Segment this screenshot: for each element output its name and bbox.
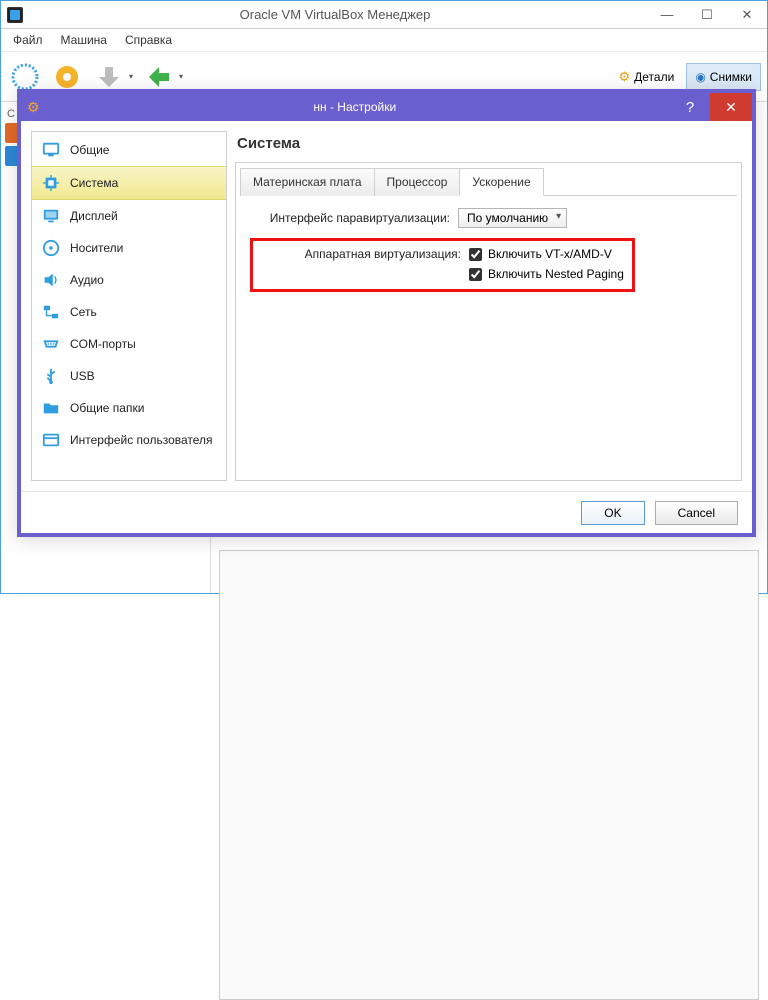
main-menubar: Файл Машина Справка	[1, 29, 767, 52]
sidebar-item-label: Носители	[70, 241, 123, 255]
gear-icon: ⚙	[27, 99, 40, 116]
vtx-label: Включить VT-x/AMD-V	[488, 247, 612, 261]
sidebar-item-usb[interactable]: USB	[32, 360, 226, 392]
content-inner: Материнская плата Процессор Ускорение Ин…	[235, 162, 742, 481]
paravirt-value: По умолчанию	[467, 211, 548, 225]
menu-help[interactable]: Справка	[117, 30, 180, 50]
system-tabs: Материнская плата Процессор Ускорение	[240, 167, 737, 196]
folder-icon	[42, 399, 60, 417]
paravirt-label: Интерфейс паравиртуализации:	[250, 211, 450, 225]
sidebar-item-shared-folders[interactable]: Общие папки	[32, 392, 226, 424]
monitor-icon	[42, 141, 60, 159]
speaker-icon	[42, 271, 60, 289]
sidebar-item-serial[interactable]: COM-порты	[32, 328, 226, 360]
enable-nested-paging-checkbox[interactable]: Включить Nested Paging	[469, 267, 624, 281]
settings-sidebar: Общие Система Дисплей Носители Аудио Сет…	[31, 131, 227, 481]
sidebar-item-general[interactable]: Общие	[32, 134, 226, 166]
display-icon	[42, 207, 60, 225]
tab-acceleration[interactable]: Ускорение	[459, 168, 543, 196]
details-label: Детали	[634, 70, 674, 84]
sidebar-item-label: COM-порты	[70, 337, 136, 351]
sidebar-item-display[interactable]: Дисплей	[32, 200, 226, 232]
disk-icon	[42, 239, 60, 257]
sidebar-item-label: Общие папки	[70, 401, 144, 415]
sidebar-item-user-interface[interactable]: Интерфейс пользователя	[32, 424, 226, 456]
sidebar-item-audio[interactable]: Аудио	[32, 264, 226, 296]
highlight-annotation: Аппаратная виртуализация: Включить VT-x/…	[250, 238, 635, 292]
menu-file[interactable]: Файл	[5, 30, 51, 50]
help-button[interactable]: ?	[670, 94, 710, 120]
tab-processor[interactable]: Процессор	[374, 168, 461, 196]
camera-icon: ◉	[695, 70, 705, 84]
maximize-button[interactable]: ☐	[687, 2, 727, 28]
minimize-button[interactable]: —	[647, 2, 687, 28]
settings-content: Система Материнская плата Процессор Уско…	[235, 131, 742, 481]
main-titlebar: Oracle VM VirtualBox Менеджер — ☐ ✕	[1, 1, 767, 29]
sidebar-item-system[interactable]: Система	[32, 166, 226, 200]
settings-dialog: ⚙ нн - Настройки ? ✕ Общие Система Диспл…	[17, 89, 756, 537]
vtx-checkbox-input[interactable]	[469, 248, 482, 261]
sidebar-item-label: Общие	[70, 143, 109, 157]
sidebar-item-storage[interactable]: Носители	[32, 232, 226, 264]
acceleration-panel: Интерфейс паравиртуализации: По умолчани…	[240, 196, 737, 304]
enable-vtx-checkbox[interactable]: Включить VT-x/AMD-V	[469, 247, 612, 261]
snapshots-label: Снимки	[710, 70, 752, 84]
ok-button[interactable]: OK	[581, 501, 644, 525]
virtualbox-app-icon	[7, 7, 23, 23]
cancel-button[interactable]: Cancel	[655, 501, 738, 525]
dialog-footer: OK Cancel	[21, 491, 752, 533]
content-heading: Система	[235, 131, 742, 162]
menu-machine[interactable]: Машина	[53, 30, 115, 50]
chip-icon	[42, 174, 60, 192]
snapshots-button[interactable]: ◉ Снимки	[686, 63, 761, 91]
sidebar-item-label: Интерфейс пользователя	[70, 433, 213, 447]
chevron-down-icon: ▾	[129, 72, 133, 81]
main-window-title: Oracle VM VirtualBox Менеджер	[23, 7, 647, 22]
nested-label: Включить Nested Paging	[488, 267, 624, 281]
close-button[interactable]: ✕	[727, 2, 767, 28]
gear-icon: ⚙	[619, 69, 631, 85]
sidebar-item-network[interactable]: Сеть	[32, 296, 226, 328]
details-button[interactable]: ⚙ Детали	[613, 65, 681, 89]
details-area	[219, 550, 759, 1000]
window-icon	[42, 431, 60, 449]
nested-checkbox-input[interactable]	[469, 268, 482, 281]
hwvirt-label: Аппаратная виртуализация:	[261, 247, 461, 261]
usb-icon	[42, 367, 60, 385]
tab-motherboard[interactable]: Материнская плата	[240, 168, 375, 196]
sidebar-item-label: Аудио	[70, 273, 104, 287]
main-window-controls: — ☐ ✕	[647, 2, 767, 28]
sidebar-item-label: Система	[70, 176, 118, 190]
serial-port-icon	[42, 335, 60, 353]
dialog-title: нн - Настройки	[40, 100, 670, 114]
sidebar-item-label: Дисплей	[70, 209, 118, 223]
dialog-titlebar: ⚙ нн - Настройки ? ✕	[21, 93, 752, 121]
sidebar-item-label: USB	[70, 369, 95, 383]
paravirt-select[interactable]: По умолчанию	[458, 208, 567, 228]
chevron-down-icon: ▾	[179, 72, 183, 81]
close-button[interactable]: ✕	[710, 93, 752, 121]
dialog-body: Общие Система Дисплей Носители Аудио Сет…	[21, 121, 752, 491]
network-icon	[42, 303, 60, 321]
sidebar-item-label: Сеть	[70, 305, 97, 319]
